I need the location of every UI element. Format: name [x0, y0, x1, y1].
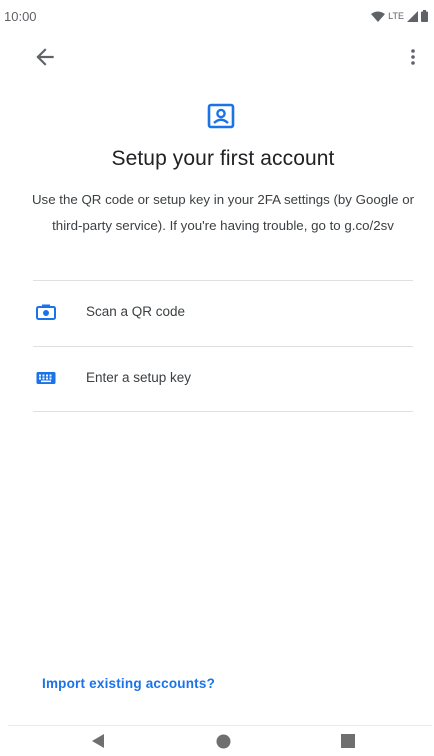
status-time: 10:00: [4, 9, 37, 24]
overflow-menu-button[interactable]: [406, 44, 420, 70]
wifi-icon: [371, 11, 386, 22]
keyboard-icon: [36, 371, 56, 387]
recents-square-icon[interactable]: [341, 734, 355, 753]
camera-icon: [36, 304, 56, 320]
more-vert-icon: [406, 49, 420, 74]
status-bar: 10:00 LTE: [0, 0, 434, 34]
page-title: Setup your first account: [111, 147, 335, 170]
arrow-back-icon: [32, 48, 58, 74]
toolbar: [0, 34, 434, 78]
divider: [33, 411, 413, 412]
enter-setup-key-label: Enter a setup key: [86, 370, 192, 385]
battery-icon: [421, 10, 428, 22]
back-triangle-icon[interactable]: [91, 734, 105, 753]
account-box-icon: [207, 103, 235, 129]
back-button[interactable]: [32, 44, 58, 70]
network-type: LTE: [388, 11, 404, 21]
page-description: Use the QR code or setup key in your 2FA…: [31, 192, 415, 233]
import-existing-accounts-link[interactable]: Import existing accounts?: [42, 676, 215, 691]
scan-qr-code-label: Scan a QR code: [86, 304, 186, 319]
signal-icon: [407, 10, 418, 22]
home-circle-icon[interactable]: [216, 734, 231, 754]
scan-qr-code-option[interactable]: Scan a QR code: [0, 281, 434, 345]
status-icons: LTE: [371, 10, 428, 22]
navigation-bar: [0, 726, 434, 756]
enter-setup-key-option[interactable]: Enter a setup key: [0, 347, 434, 411]
